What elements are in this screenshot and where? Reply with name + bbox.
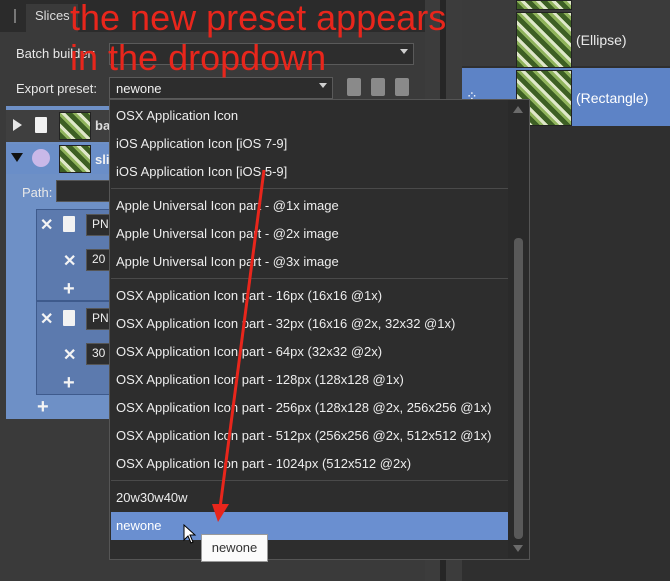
collapse-arrow-icon[interactable] (11, 153, 23, 162)
preset-option[interactable]: OSX Application Icon (111, 102, 509, 130)
expand-arrow-icon[interactable] (13, 119, 22, 131)
preset-option[interactable]: OSX Application Icon part - 64px (32x32 … (111, 338, 509, 366)
preset-option[interactable]: OSX Application Icon part - 256px (128x1… (111, 394, 509, 422)
layer-thumbnail (516, 0, 572, 10)
export-preset-dropdown: OSX Application Icon iOS Application Ico… (109, 99, 530, 560)
preset-option[interactable]: iOS Application Icon [iOS 5-9] (111, 158, 509, 186)
preset-option[interactable]: OSX Application Icon part - 1024px (512x… (111, 450, 509, 478)
preset-option[interactable]: OSX Application Icon part - 512px (256x2… (111, 422, 509, 450)
export-preset-select[interactable]: newone (109, 77, 333, 99)
scroll-down-icon[interactable] (513, 545, 523, 552)
paste-preset-icon[interactable] (371, 78, 385, 96)
chevron-down-icon (319, 83, 327, 88)
tab-slices[interactable]: Slices (26, 4, 78, 32)
path-label: Path: (22, 185, 53, 200)
png-file-icon (63, 310, 75, 326)
layer-thumbnail (516, 12, 572, 68)
png-file-icon (63, 216, 75, 232)
remove-format-icon[interactable]: ✕ (40, 309, 53, 329)
separator (111, 188, 509, 189)
export-preset-label: Export preset: (16, 81, 97, 96)
preset-option[interactable]: Apple Universal Icon part - @2x image (111, 220, 509, 248)
preset-option-selected[interactable]: newone (111, 512, 509, 540)
export-preset-value: newone (116, 81, 162, 96)
layer-name: (Rectangle) (576, 90, 649, 106)
preset-option[interactable]: OSX Application Icon part - 32px (16x16 … (111, 310, 509, 338)
remove-scale-icon[interactable]: ✕ (63, 251, 76, 271)
layer-name: (Ellipse) (576, 32, 627, 48)
preset-option[interactable]: Apple Universal Icon part - @1x image (111, 192, 509, 220)
separator (111, 278, 509, 279)
document-icon (35, 117, 47, 133)
chevron-down-icon (400, 49, 408, 54)
remove-format-icon[interactable]: ✕ (40, 215, 53, 235)
add-scale-icon[interactable]: + (63, 279, 75, 299)
scroll-up-icon[interactable] (513, 106, 523, 113)
slice-name: ba (95, 118, 111, 133)
copy-preset-icon[interactable] (347, 78, 361, 96)
tab-grip-icon[interactable] (14, 9, 16, 23)
slice-thumbnail (59, 112, 91, 140)
batch-builder-label: Batch builder: (16, 46, 96, 61)
batch-builder-select[interactable] (109, 43, 414, 65)
add-scale-icon[interactable]: + (63, 373, 75, 393)
mouse-cursor-icon (183, 524, 197, 544)
tooltip: newone (201, 534, 268, 562)
separator (111, 480, 509, 481)
scrollbar-thumb[interactable] (514, 238, 523, 539)
slice-thumbnail (59, 145, 91, 173)
remove-scale-icon[interactable]: ✕ (63, 345, 76, 365)
add-format-icon[interactable]: + (37, 397, 49, 417)
preset-option[interactable]: 20w30w40w (111, 484, 509, 512)
preset-option[interactable]: Apple Universal Icon part - @3x image (111, 248, 509, 276)
artboard-icon (32, 149, 50, 167)
add-preset-icon[interactable] (395, 78, 409, 96)
preset-option[interactable]: OSX Application Icon part - 128px (128x1… (111, 366, 509, 394)
preset-option[interactable]: OSX Application Icon part - 16px (16x16 … (111, 282, 509, 310)
slice-name: sli (95, 152, 110, 167)
path-input[interactable] (56, 180, 116, 202)
preset-option[interactable]: iOS Application Icon [iOS 7-9] (111, 130, 509, 158)
